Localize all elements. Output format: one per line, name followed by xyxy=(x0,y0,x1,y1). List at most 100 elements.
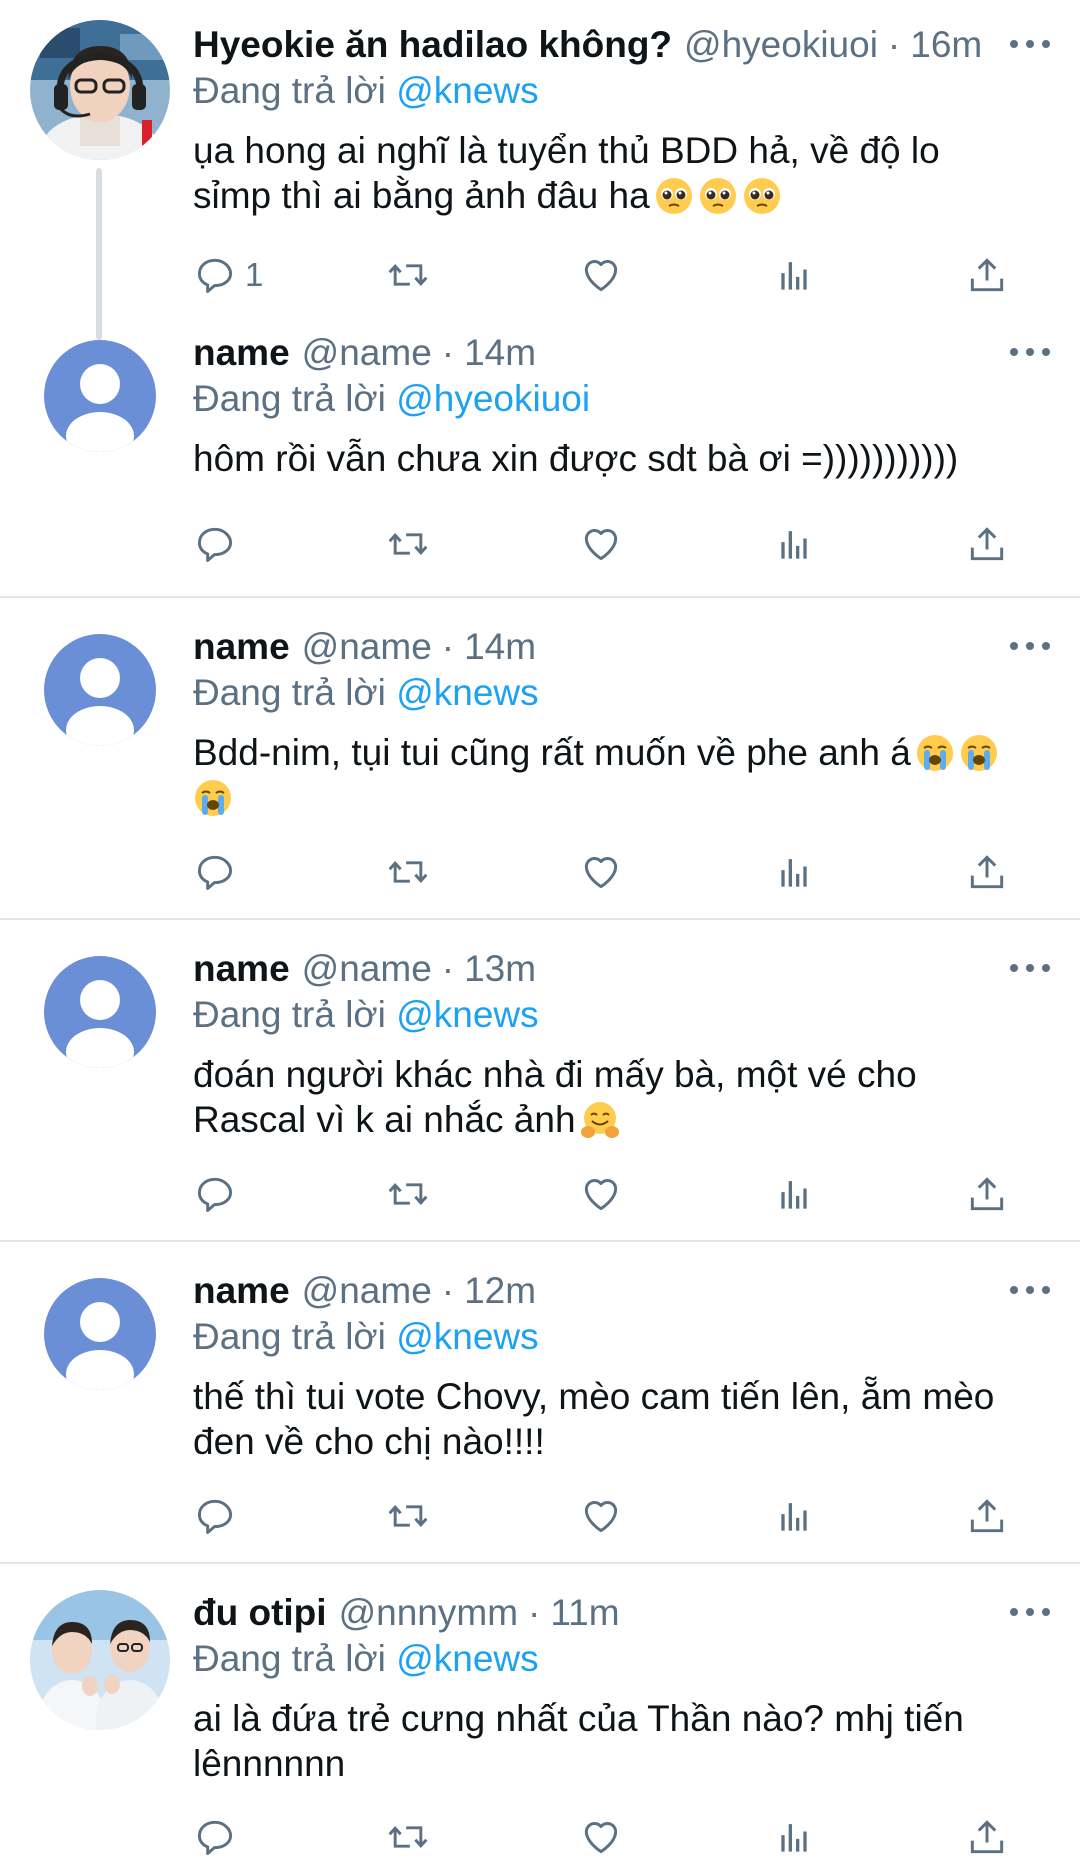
reply-mention-link[interactable]: @knews xyxy=(396,70,538,111)
retweet-button[interactable] xyxy=(386,847,430,897)
avatar[interactable] xyxy=(44,634,156,746)
retweet-button[interactable] xyxy=(386,250,430,300)
bar-chart-icon xyxy=(781,1181,807,1209)
replying-to-label: Đang trả lời xyxy=(193,672,386,713)
stats-button[interactable] xyxy=(772,519,816,569)
user-handle[interactable]: @name xyxy=(302,1268,432,1314)
tweet-actions xyxy=(193,1491,1013,1541)
replying-to-label: Đang trả lời xyxy=(193,70,386,111)
reply-mention-link[interactable]: @knews xyxy=(396,994,538,1035)
display-name[interactable]: đu otipi xyxy=(193,1590,327,1636)
avatar[interactable] xyxy=(30,20,170,160)
separator-dot: · xyxy=(441,626,455,667)
more-dots-icon[interactable] xyxy=(1010,1280,1050,1300)
stats-button[interactable] xyxy=(772,1491,816,1541)
separator-dot: · xyxy=(441,948,455,989)
tweet[interactable]: Hyeokie ăn hadilao không? @hyeokiuoi · 1… xyxy=(0,0,1080,340)
like-button[interactable] xyxy=(579,519,623,569)
tweet-text-line: đoán người khác nhà đi mấy bà, một vé ch… xyxy=(193,1054,917,1095)
replying-to-label: Đang trả lời xyxy=(193,378,386,419)
tweet-content: name @name · 12m Đang trả lời @knews thế… xyxy=(193,1268,1050,1464)
display-name[interactable]: name xyxy=(193,946,290,992)
stats-button[interactable] xyxy=(772,1812,816,1862)
tweet-text-line: đen về cho chị nào!!!! xyxy=(193,1421,545,1462)
tweet[interactable]: đu otipi @nnnymm · 11m Đang trả lời @kne… xyxy=(0,1564,1080,1873)
reply-mention-link[interactable]: @knews xyxy=(396,672,538,713)
user-handle[interactable]: @nnnymm xyxy=(339,1590,518,1636)
reply-mention-link[interactable]: @hyeokiuoi xyxy=(396,378,590,419)
retweet-button[interactable] xyxy=(386,1491,430,1541)
tweet-actions: 1 xyxy=(193,250,1013,300)
default-avatar-image xyxy=(44,1278,156,1390)
replying-to: Đang trả lời @knews xyxy=(193,992,1050,1038)
retweet-button[interactable] xyxy=(386,1812,430,1862)
more-dots-icon[interactable] xyxy=(1010,636,1050,656)
default-avatar-image xyxy=(44,956,156,1068)
like-button[interactable] xyxy=(579,250,623,300)
display-name[interactable]: Hyeokie ăn hadilao không? xyxy=(193,22,672,68)
reply-button[interactable] xyxy=(193,1169,237,1219)
tweet[interactable]: name @name · 14m Đang trả lời @knews Bdd… xyxy=(0,598,1080,920)
tweet-text-line: Bdd-nim, tụi tui cũng rất muốn về phe an… xyxy=(193,732,911,773)
share-button[interactable] xyxy=(965,1169,1009,1219)
timestamp[interactable]: 13m xyxy=(464,946,536,992)
user-handle[interactable]: @name xyxy=(302,624,432,670)
user-handle[interactable]: @hyeokiuoi xyxy=(684,22,878,68)
tweet-content: name @name · 13m Đang trả lời @knews đoá… xyxy=(193,946,1050,1142)
tweet[interactable]: name @name · 13m Đang trả lời @knews đoá… xyxy=(0,920,1080,1242)
more-dots-icon[interactable] xyxy=(1010,342,1050,362)
heart-icon xyxy=(584,857,618,889)
reply-mention-link[interactable]: @knews xyxy=(396,1316,538,1357)
reply-button[interactable] xyxy=(193,1812,237,1862)
separator-dot: · xyxy=(441,1270,455,1311)
tweet-header: name @name · 14m xyxy=(193,624,1050,670)
like-button[interactable] xyxy=(579,1169,623,1219)
display-name[interactable]: name xyxy=(193,624,290,670)
tweet-content: name @name · 14m Đang trả lời @knews Bdd… xyxy=(193,624,1050,820)
more-dots-icon[interactable] xyxy=(1010,958,1050,978)
like-button[interactable] xyxy=(579,1491,623,1541)
timestamp[interactable]: 14m xyxy=(464,624,536,670)
avatar[interactable] xyxy=(44,956,156,1068)
reply-mention-link[interactable]: @knews xyxy=(396,1638,538,1679)
user-handle[interactable]: @name xyxy=(302,946,432,992)
avatar[interactable] xyxy=(44,1278,156,1390)
reply-button[interactable] xyxy=(193,519,237,569)
like-button[interactable] xyxy=(579,1812,623,1862)
timestamp[interactable]: 14m xyxy=(464,330,536,376)
stats-button[interactable] xyxy=(772,250,816,300)
reply-button[interactable] xyxy=(193,847,237,897)
tweet[interactable]: name @name · 14m Đang trả lời @hyeokiuoi… xyxy=(0,313,1080,598)
display-name[interactable]: name xyxy=(193,330,290,376)
tweet-text: ụa hong ai nghĩ là tuyển thủ BDD hả, về … xyxy=(193,128,1050,218)
share-button[interactable] xyxy=(965,519,1009,569)
reply-button[interactable]: 1 xyxy=(193,250,263,300)
tweet[interactable]: name @name · 12m Đang trả lời @knews thế… xyxy=(0,1242,1080,1564)
more-dots-icon[interactable] xyxy=(1010,1602,1050,1622)
timestamp[interactable]: 11m xyxy=(550,1590,619,1636)
like-button[interactable] xyxy=(579,847,623,897)
tweet-text-line: Rascal vì k ai nhắc ảnh xyxy=(193,1099,576,1140)
share-button[interactable] xyxy=(965,250,1009,300)
retweet-button[interactable] xyxy=(386,1169,430,1219)
stats-button[interactable] xyxy=(772,847,816,897)
retweet-button[interactable] xyxy=(386,519,430,569)
user-handle[interactable]: @name xyxy=(302,330,432,376)
stats-button[interactable] xyxy=(772,1169,816,1219)
replying-to: Đang trả lời @hyeokiuoi xyxy=(193,376,1050,422)
more-dots-icon[interactable] xyxy=(1010,34,1050,54)
avatar[interactable] xyxy=(30,1590,170,1730)
reply-button[interactable] xyxy=(193,1491,237,1541)
separator-dot: · xyxy=(528,1592,541,1633)
avatar[interactable] xyxy=(44,340,156,452)
share-icon xyxy=(970,1177,1004,1211)
reply-feed: Hyeokie ăn hadilao không? @hyeokiuoi · 1… xyxy=(0,0,1080,1873)
loudly-crying-face-emoji xyxy=(916,735,953,771)
display-name[interactable]: name xyxy=(193,1268,290,1314)
share-button[interactable] xyxy=(965,1491,1009,1541)
share-button[interactable] xyxy=(965,847,1009,897)
share-button[interactable] xyxy=(965,1812,1009,1862)
timestamp[interactable]: 12m xyxy=(464,1268,536,1314)
tweet-header: đu otipi @nnnymm · 11m xyxy=(193,1590,1050,1636)
timestamp[interactable]: 16m xyxy=(910,22,982,68)
